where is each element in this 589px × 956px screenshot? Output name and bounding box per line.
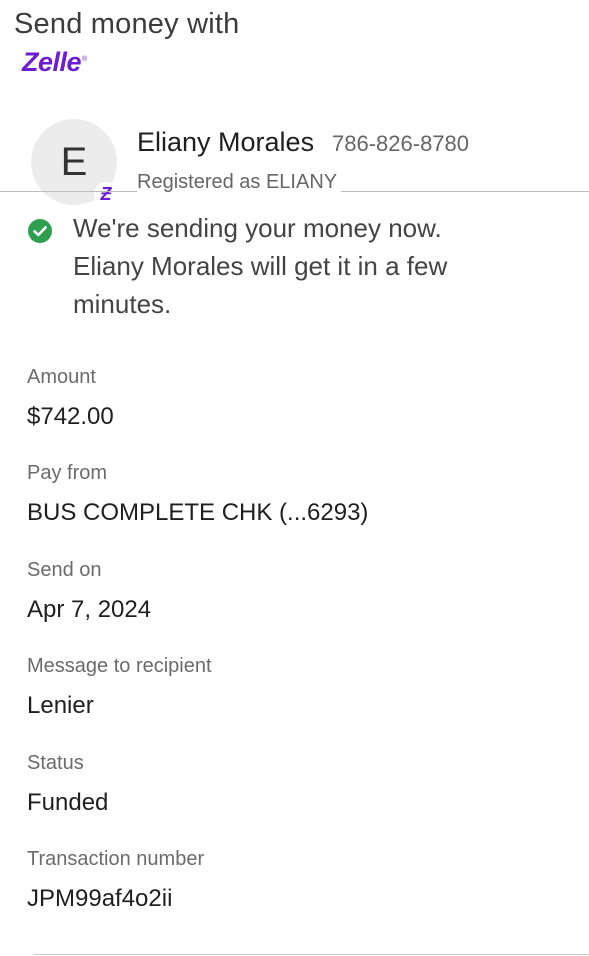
zelle-badge-icon: Ƶ: [94, 182, 118, 206]
zelle-logo: Zelle®: [22, 47, 87, 78]
pay-from-value: BUS COMPLETE CHK (...6293): [27, 499, 369, 526]
bottom-divider: [34, 954, 589, 955]
amount-label: Amount: [27, 366, 96, 388]
transaction-number-label: Transaction number: [27, 848, 205, 870]
message-value: Lenier: [27, 692, 94, 719]
recipient-phone: 786-826-8780: [332, 131, 470, 156]
amount-value: $742.00: [27, 403, 114, 430]
recipient-name: Eliany Morales: [137, 127, 315, 157]
page-title: Send money with: [14, 8, 240, 40]
message-label: Message to recipient: [27, 655, 212, 677]
status-value: Funded: [27, 789, 109, 816]
zelle-logo-text: Zelle: [22, 47, 82, 77]
avatar-initial: E: [60, 139, 88, 184]
send-on-label: Send on: [27, 559, 102, 581]
pay-from-label: Pay from: [27, 462, 108, 484]
registered-mark: ®: [82, 56, 87, 63]
check-circle-icon: [28, 219, 52, 243]
send-on-value: Apr 7, 2024: [27, 596, 152, 623]
status-label: Status: [27, 752, 84, 774]
recipient-registered: Registered as ELIANY: [137, 171, 342, 194]
transaction-number-value: JPM99af4o2ii: [27, 885, 173, 912]
status-message: We're sending your money now. Eliany Mor…: [73, 213, 448, 319]
